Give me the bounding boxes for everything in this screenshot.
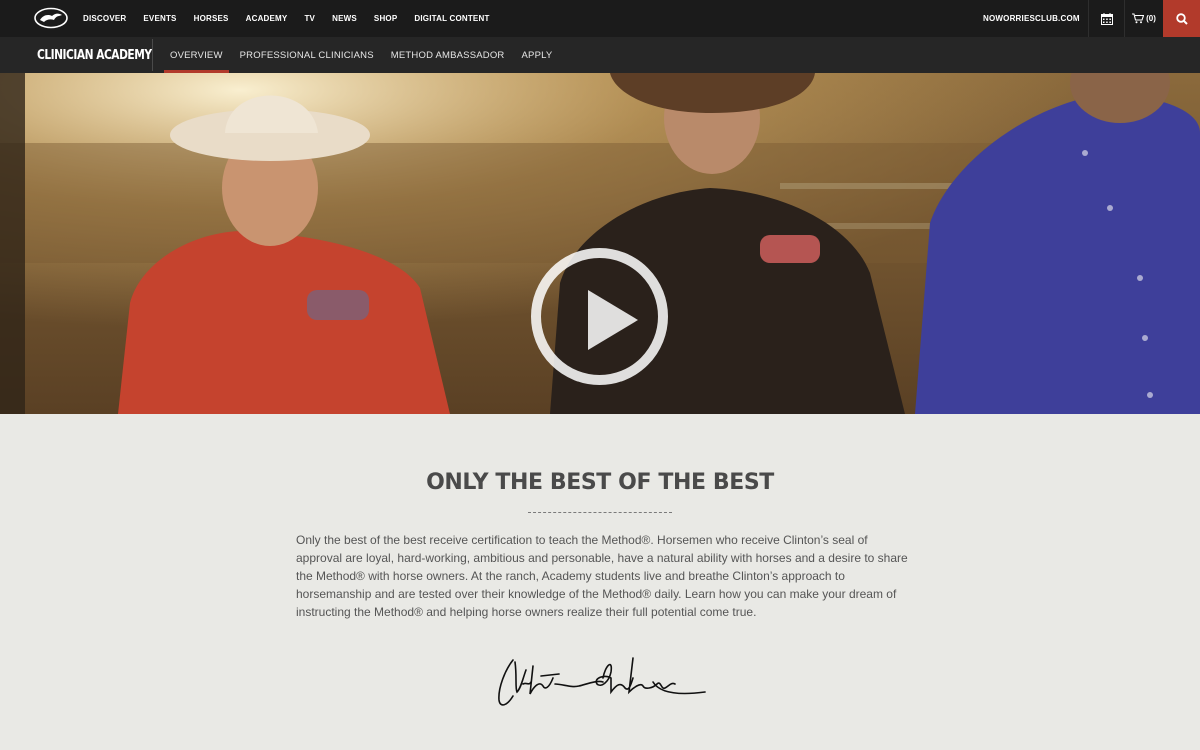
section-heading: ONLY THE BEST OF THE BEST [426,470,774,495]
search-icon [1175,12,1188,25]
signature [498,657,706,706]
cart-button[interactable]: (0) [1125,0,1163,37]
main-nav: DISCOVER EVENTS HORSES ACADEMY TV NEWS S… [83,0,507,37]
heading-divider [528,512,672,513]
section-title[interactable]: CLINICIAN ACADEMY [37,37,152,73]
nav-horses[interactable]: HORSES [194,14,229,23]
cart-icon [1132,13,1145,24]
cart-count: (0) [1146,14,1156,23]
nav-news[interactable]: NEWS [332,14,357,23]
hero-video[interactable] [0,73,1200,414]
sub-nav: CLINICIAN ACADEMY OVERVIEW PROFESSIONAL … [0,37,1200,73]
play-icon[interactable] [531,248,668,385]
top-bar: DISCOVER EVENTS HORSES ACADEMY TV NEWS S… [0,0,1200,37]
tab-method-ambassador[interactable]: METHOD AMBASSADOR [383,37,513,73]
nav-discover[interactable]: DISCOVER [83,14,126,23]
nav-shop[interactable]: SHOP [374,14,397,23]
tab-overview[interactable]: OVERVIEW [162,37,231,73]
tab-professional-clinicians[interactable]: PROFESSIONAL CLINICIANS [232,37,382,73]
calendar-icon [1100,12,1113,25]
tab-apply[interactable]: APPLY [514,37,561,73]
calendar-button[interactable] [1088,0,1125,37]
search-button[interactable] [1163,0,1200,37]
intro-paragraph: Only the best of the best receive certif… [296,533,908,619]
nav-digital-content[interactable]: DIGITAL CONTENT [414,14,489,23]
nav-events[interactable]: EVENTS [143,14,176,23]
horse-logo-icon[interactable] [33,7,69,29]
sub-tabs: OVERVIEW PROFESSIONAL CLINICIANS METHOD … [162,37,561,73]
nav-academy[interactable]: ACADEMY [246,14,288,23]
club-link[interactable]: NOWORRIESCLUB.COM [983,0,1080,37]
nav-tv[interactable]: TV [304,14,315,23]
divider [152,39,153,71]
